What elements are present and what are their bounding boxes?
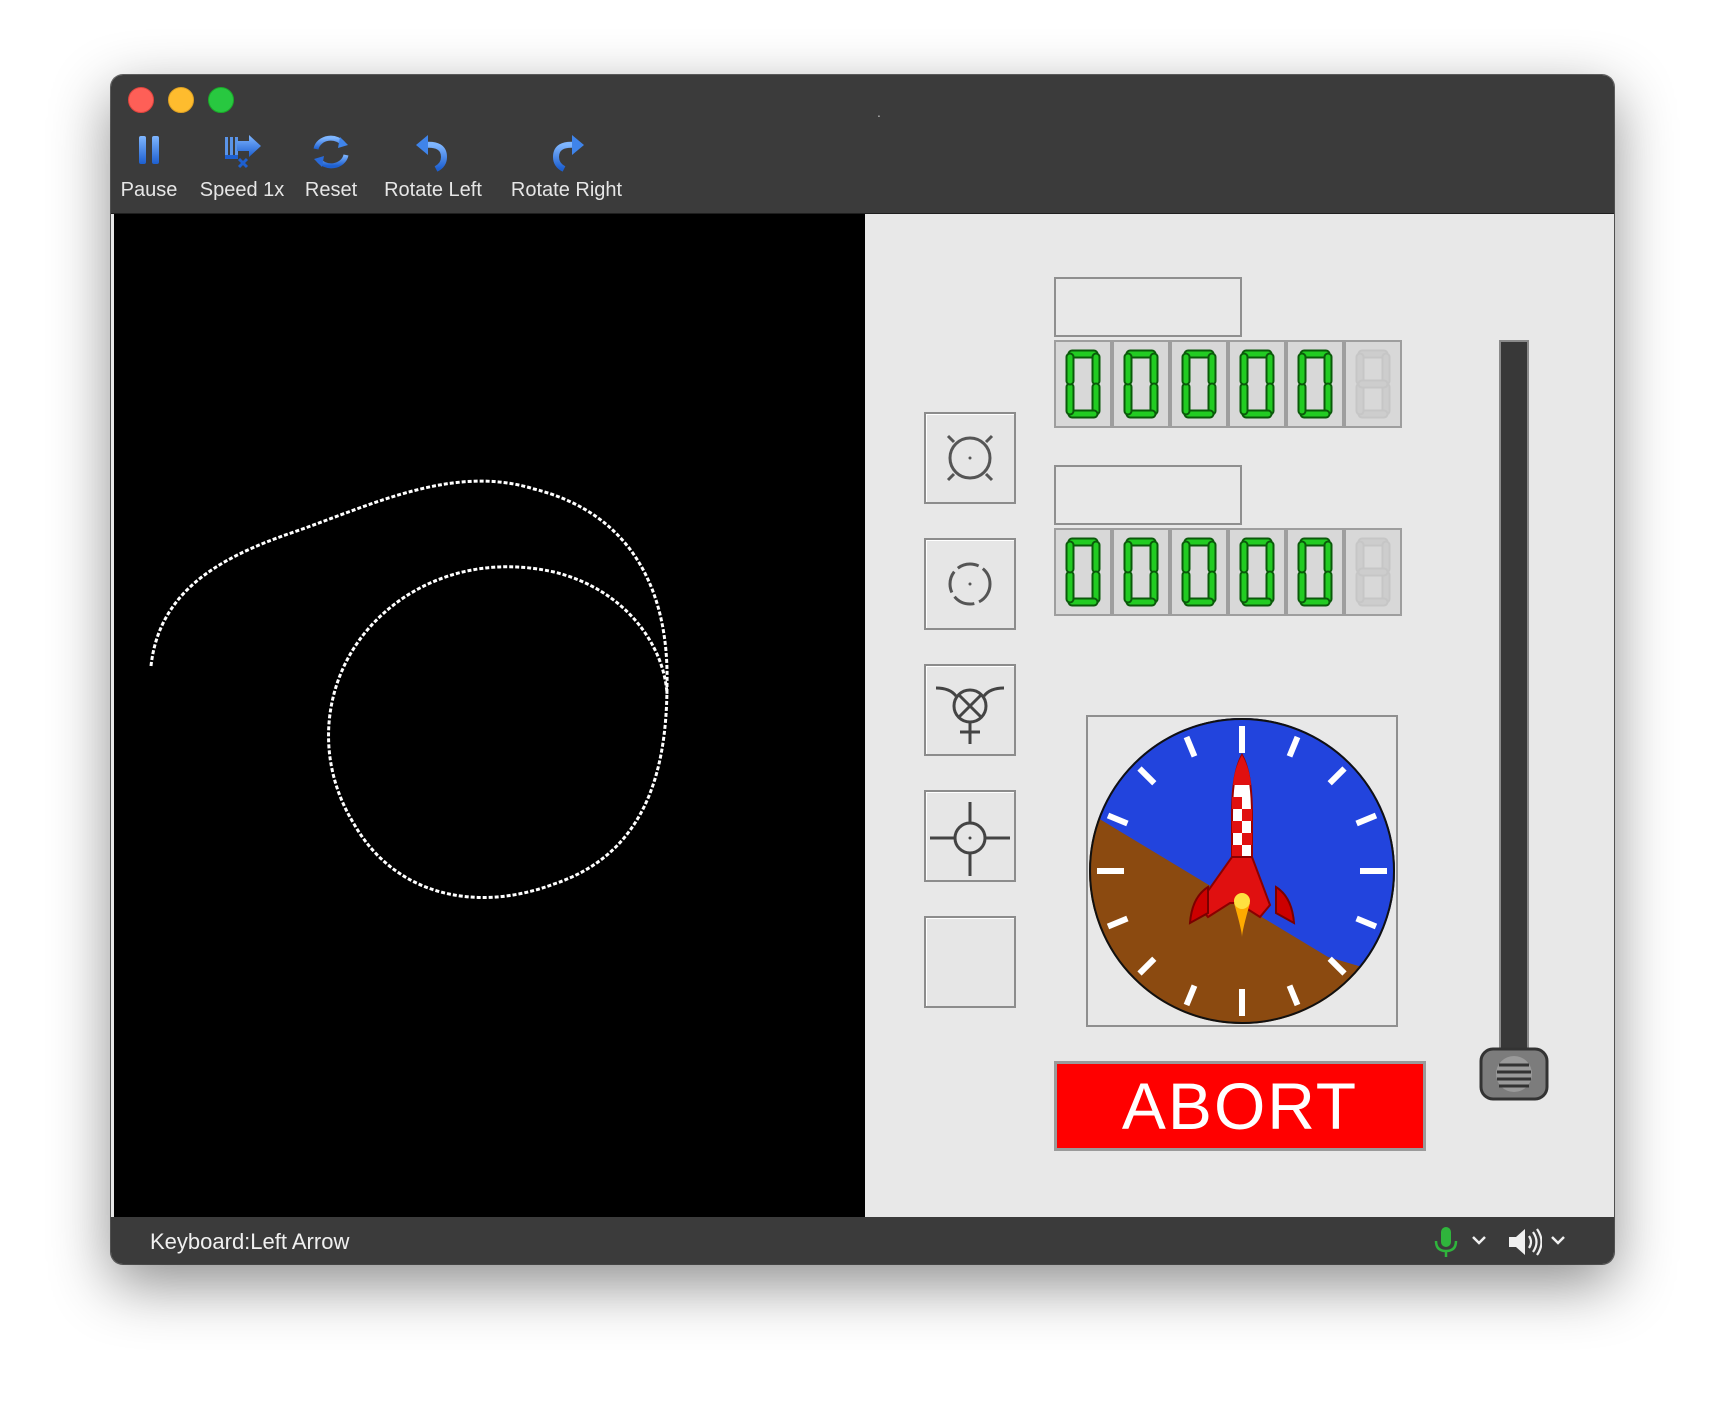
counter2-display — [1054, 528, 1402, 616]
crossed-target-icon — [935, 686, 1005, 744]
throttle-knob[interactable] — [1477, 1045, 1551, 1103]
reset-icon — [313, 135, 349, 169]
counter-digit — [1344, 528, 1402, 616]
speaker-icon[interactable] — [1506, 1226, 1542, 1258]
speaker-chevron-down-icon[interactable] — [1550, 1233, 1566, 1247]
reset-button[interactable]: Reset — [297, 123, 365, 208]
microphone-icon[interactable] — [1431, 1225, 1461, 1259]
rotate-right-button[interactable]: Rotate Right — [504, 123, 629, 208]
speed-label: Speed 1x — [199, 179, 285, 201]
orbit-trajectory — [149, 479, 669, 899]
rotate-left-icon — [416, 135, 448, 172]
counter-digit — [1170, 340, 1228, 428]
counter-digit — [1112, 340, 1170, 428]
circle-orbit-icon — [946, 434, 994, 482]
status-bar: Keyboard:Left Arrow — [111, 1217, 1614, 1264]
crosshair-mode-button[interactable] — [924, 790, 1016, 882]
counter-digit — [1170, 528, 1228, 616]
counter2-label — [1054, 465, 1242, 525]
throttle-track[interactable] — [1499, 340, 1529, 1064]
window-title: . — [877, 104, 881, 120]
rotate-left-label: Rotate Left — [384, 179, 482, 201]
zoom-button[interactable] — [208, 87, 234, 113]
control-panel: ABORT — [865, 214, 1614, 1217]
counter-digit — [1286, 528, 1344, 616]
pause-icon — [139, 136, 159, 164]
counter-digit — [1228, 528, 1286, 616]
target-mode-button[interactable] — [924, 664, 1016, 756]
counter-digit — [1228, 340, 1286, 428]
crosshair-icon — [930, 802, 1010, 876]
orbit-canvas[interactable] — [114, 214, 865, 1217]
speed-icon — [225, 135, 261, 169]
mic-chevron-down-icon[interactable] — [1471, 1233, 1487, 1247]
counter-digit — [1054, 528, 1112, 616]
close-button[interactable] — [128, 87, 154, 113]
attitude-indicator — [1089, 718, 1395, 1024]
abort-button[interactable]: ABORT — [1054, 1061, 1426, 1151]
reset-label: Reset — [304, 179, 358, 201]
counter1-label — [1054, 277, 1242, 337]
pause-label: Pause — [120, 179, 178, 201]
throttle-handle-icon — [1479, 1047, 1549, 1101]
orbit-mode-button[interactable] — [924, 412, 1016, 504]
speed-button[interactable]: Speed 1x — [196, 123, 288, 208]
counter-digit — [1286, 340, 1344, 428]
rotate-right-icon — [552, 135, 584, 172]
rotate-right-label: Rotate Right — [510, 179, 623, 201]
counter-digit — [1112, 528, 1170, 616]
dashed-circle-icon — [948, 562, 992, 606]
pause-button[interactable]: Pause — [116, 123, 182, 208]
counter1-display — [1054, 340, 1402, 428]
counter-digit — [1344, 340, 1402, 428]
app-window: . Pause Speed 1x Reset Rotate Left Rotat… — [111, 75, 1614, 1264]
attitude-gauge — [1086, 715, 1398, 1027]
titlebar: . Pause Speed 1x Reset Rotate Left Rotat… — [111, 75, 1614, 214]
counter-digit — [1054, 340, 1112, 428]
empty-mode-button[interactable] — [924, 916, 1016, 1008]
circle-mode-button[interactable] — [924, 538, 1016, 630]
keyboard-status: Keyboard:Left Arrow — [150, 1229, 350, 1254]
rotate-left-button[interactable]: Rotate Left — [378, 123, 488, 208]
minimize-button[interactable] — [168, 87, 194, 113]
